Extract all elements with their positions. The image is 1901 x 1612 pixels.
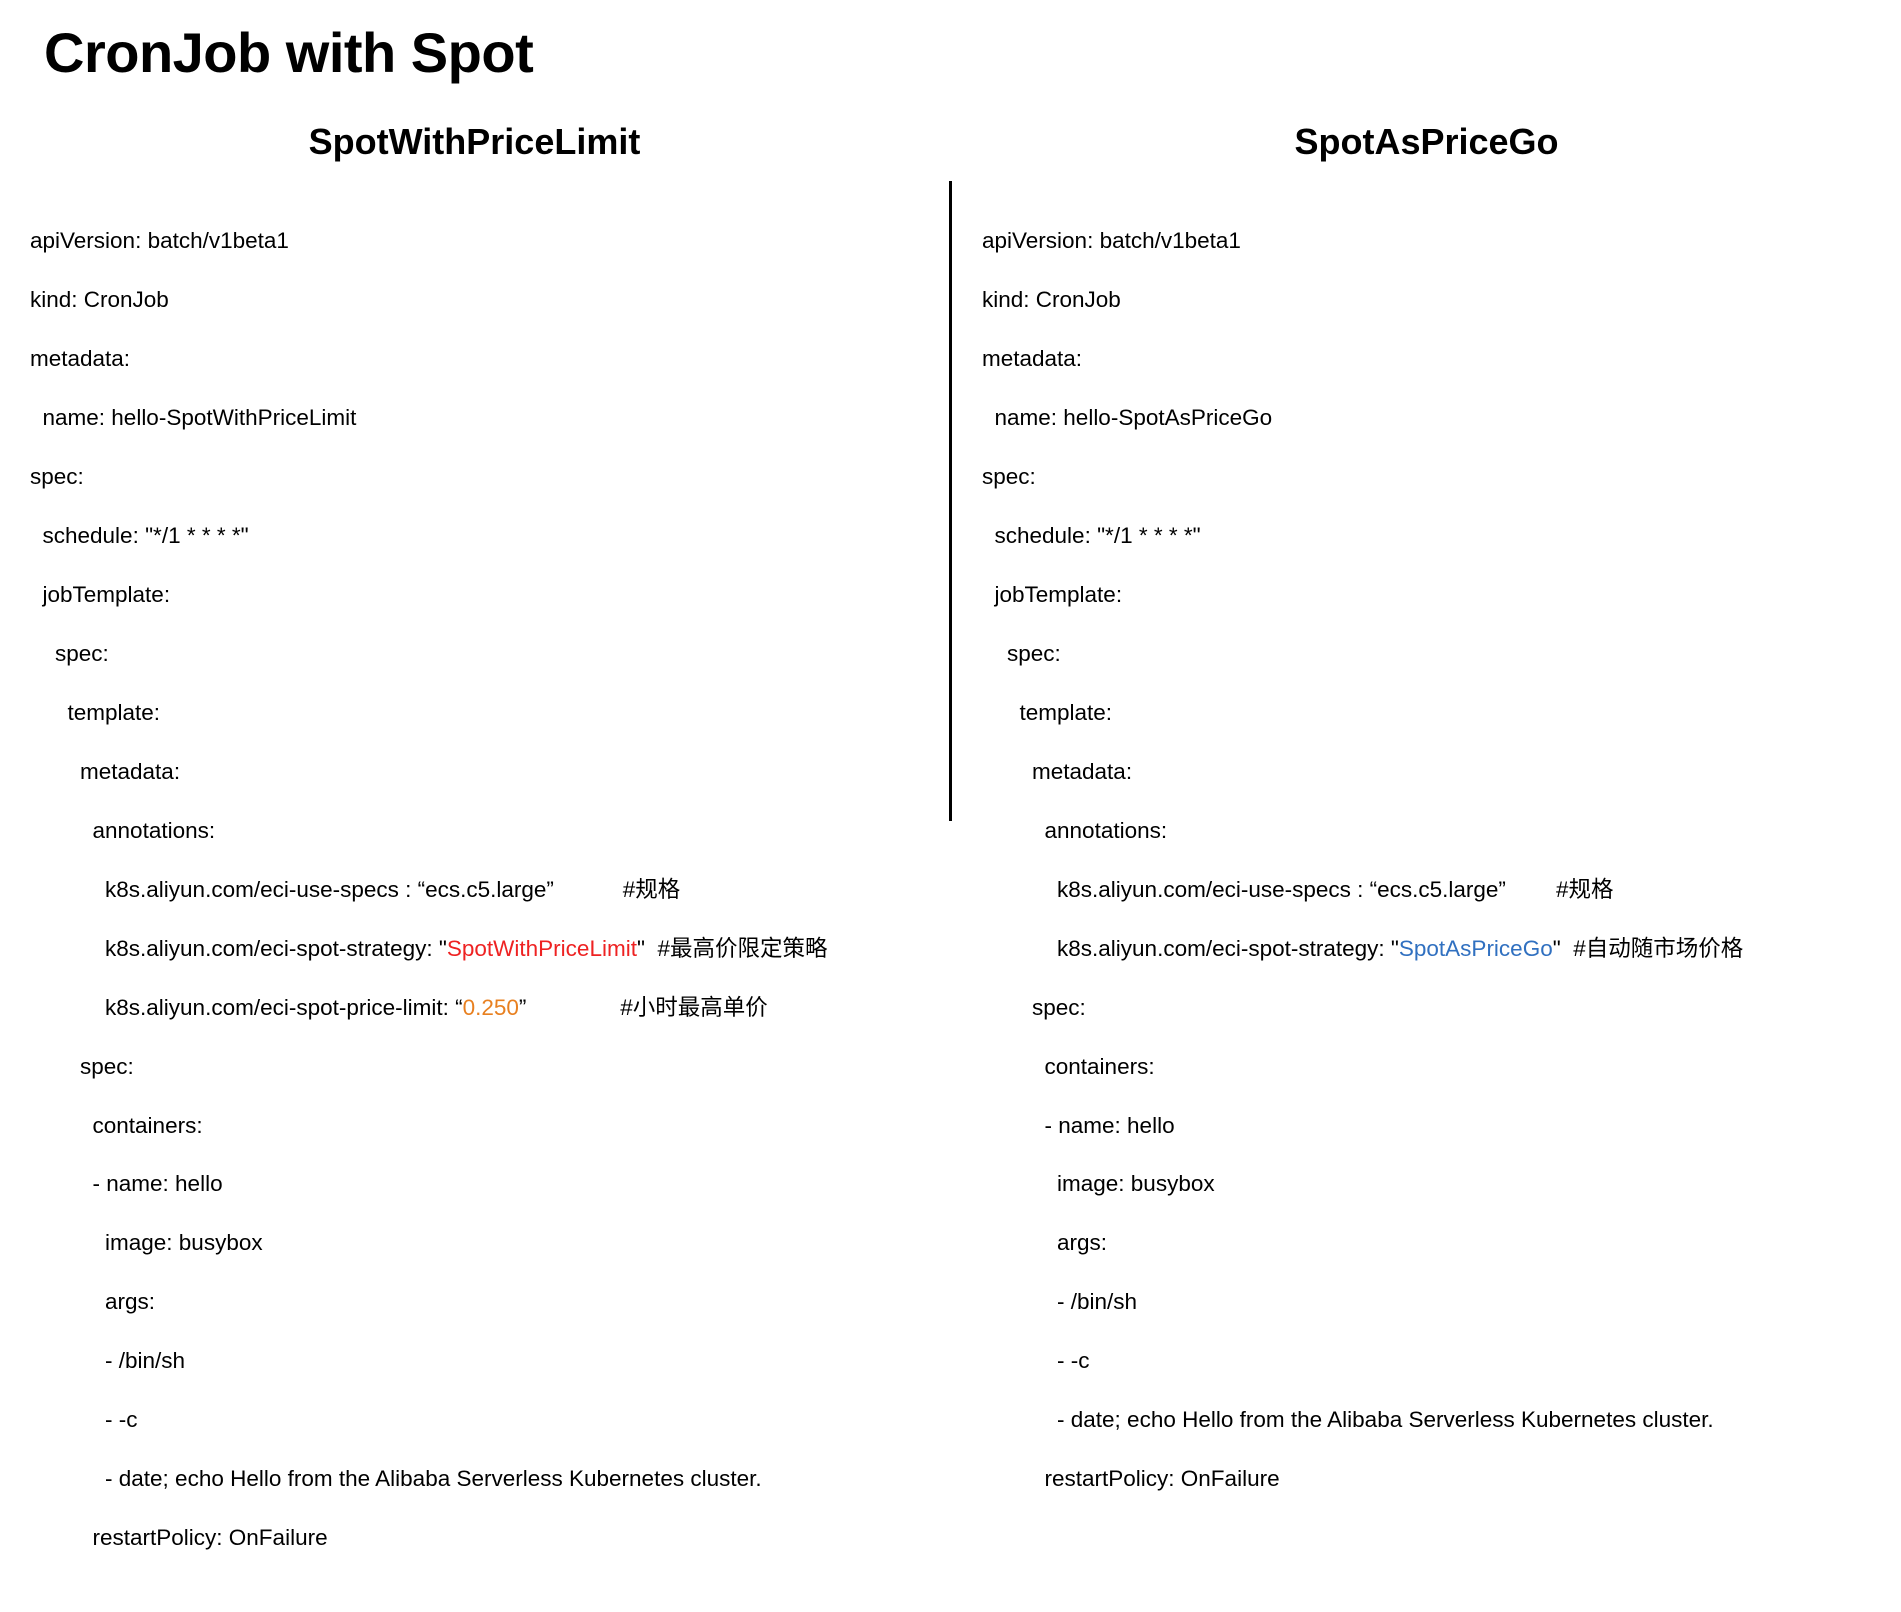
yaml-line: spec: <box>30 1052 919 1081</box>
yaml-line: schedule: "*/1 * * * *" <box>30 521 919 550</box>
annotation-spot-strategy-suffix: " <box>637 936 645 961</box>
annotation-spot-strategy-suffix: " <box>1553 936 1561 961</box>
yaml-line: jobTemplate: <box>30 580 919 609</box>
yaml-line: containers: <box>30 1111 919 1140</box>
yaml-line: - -c <box>30 1405 919 1434</box>
comment-price: #小时最高单价 <box>620 995 768 1020</box>
yaml-line: restartPolicy: OnFailure <box>982 1464 1871 1493</box>
yaml-line: schedule: "*/1 * * * *" <box>982 521 1871 550</box>
yaml-line: apiVersion: batch/v1beta1 <box>982 226 1871 255</box>
yaml-line: containers: <box>982 1052 1871 1081</box>
annotation-spot-strategy-prefix: k8s.aliyun.com/eci-spot-strategy: " <box>30 936 447 961</box>
yaml-line: kind: CronJob <box>982 285 1871 314</box>
left-column: SpotWithPriceLimit apiVersion: batch/v1b… <box>0 121 949 941</box>
left-yaml-block: apiVersion: batch/v1beta1 kind: CronJob … <box>30 197 919 1612</box>
yaml-line: template: <box>982 698 1871 727</box>
yaml-line: restartPolicy: OnFailure <box>30 1523 919 1552</box>
yaml-line: k8s.aliyun.com/eci-spot-strategy: "SpotA… <box>982 934 1871 963</box>
comment-spec: #规格 <box>1556 877 1614 902</box>
yaml-line: template: <box>30 698 919 727</box>
comment-strategy: #自动随市场价格 <box>1573 936 1743 961</box>
yaml-line: image: busybox <box>982 1169 1871 1198</box>
yaml-line: args: <box>30 1287 919 1316</box>
spot-strategy-value: SpotAsPriceGo <box>1399 936 1553 961</box>
yaml-line: metadata: <box>982 757 1871 786</box>
annotation-spot-strategy-prefix: k8s.aliyun.com/eci-spot-strategy: " <box>982 936 1399 961</box>
yaml-line: annotations: <box>30 816 919 845</box>
page-title: CronJob with Spot <box>0 0 1901 85</box>
comment-strategy: #最高价限定策略 <box>657 936 827 961</box>
yaml-line: spec: <box>982 993 1871 1022</box>
yaml-line: k8s.aliyun.com/eci-spot-strategy: "SpotW… <box>30 934 919 963</box>
yaml-line: name: hello-SpotAsPriceGo <box>982 403 1871 432</box>
yaml-line: metadata: <box>982 344 1871 373</box>
annotation-use-specs: k8s.aliyun.com/eci-use-specs : “ecs.c5.l… <box>30 877 554 902</box>
yaml-line: metadata: <box>30 344 919 373</box>
yaml-line: spec: <box>982 462 1871 491</box>
price-limit-value: 0.250 <box>463 995 519 1020</box>
yaml-line: spec: <box>30 462 919 491</box>
yaml-line: spec: <box>982 639 1871 668</box>
yaml-line: - /bin/sh <box>30 1346 919 1375</box>
yaml-line: - /bin/sh <box>982 1287 1871 1316</box>
annotation-price-limit-prefix: k8s.aliyun.com/eci-spot-price-limit: “ <box>30 995 463 1020</box>
yaml-line: - date; echo Hello from the Alibaba Serv… <box>30 1464 919 1493</box>
yaml-line: - name: hello <box>982 1111 1871 1140</box>
yaml-line: annotations: <box>982 816 1871 845</box>
yaml-line: k8s.aliyun.com/eci-use-specs : “ecs.c5.l… <box>30 875 919 904</box>
comment-spec: #规格 <box>623 877 681 902</box>
yaml-line: metadata: <box>30 757 919 786</box>
yaml-line: k8s.aliyun.com/eci-spot-price-limit: “0.… <box>30 993 919 1022</box>
yaml-line: - name: hello <box>30 1169 919 1198</box>
columns-container: SpotWithPriceLimit apiVersion: batch/v1b… <box>0 121 1901 941</box>
yaml-line: - date; echo Hello from the Alibaba Serv… <box>982 1405 1871 1434</box>
right-yaml-block: apiVersion: batch/v1beta1 kind: CronJob … <box>982 197 1871 1553</box>
left-column-title: SpotWithPriceLimit <box>30 121 919 163</box>
yaml-line: jobTemplate: <box>982 580 1871 609</box>
right-column: SpotAsPriceGo apiVersion: batch/v1beta1 … <box>952 121 1901 941</box>
annotation-price-limit-suffix: ” <box>519 995 527 1020</box>
spot-strategy-value: SpotWithPriceLimit <box>447 936 637 961</box>
yaml-line: apiVersion: batch/v1beta1 <box>30 226 919 255</box>
yaml-line: spec: <box>30 639 919 668</box>
yaml-line: - -c <box>982 1346 1871 1375</box>
yaml-line: image: busybox <box>30 1228 919 1257</box>
yaml-line: name: hello-SpotWithPriceLimit <box>30 403 919 432</box>
yaml-line: k8s.aliyun.com/eci-use-specs : “ecs.c5.l… <box>982 875 1871 904</box>
yaml-line: args: <box>982 1228 1871 1257</box>
annotation-use-specs: k8s.aliyun.com/eci-use-specs : “ecs.c5.l… <box>982 877 1506 902</box>
right-column-title: SpotAsPriceGo <box>982 121 1871 163</box>
yaml-line: kind: CronJob <box>30 285 919 314</box>
